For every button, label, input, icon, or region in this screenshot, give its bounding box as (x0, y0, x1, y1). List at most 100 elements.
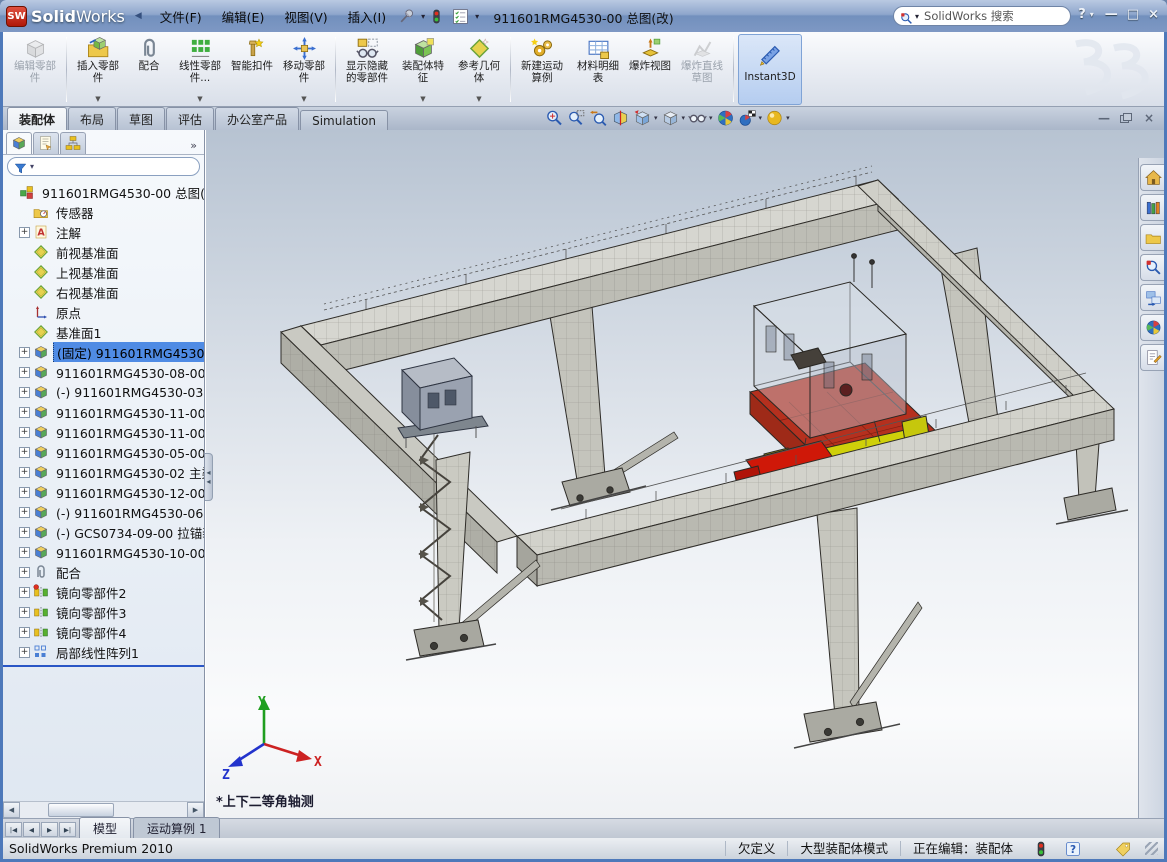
expand-plus-icon[interactable]: + (19, 547, 30, 558)
document-tab-0[interactable]: 模型 (79, 817, 131, 838)
ribbon-button-mate[interactable]: 配合 (127, 34, 171, 105)
feature-tree-item[interactable]: +911601RMG4530-11-00 大 (3, 402, 204, 422)
expand-plus-icon[interactable]: + (19, 347, 30, 358)
feature-tree-item[interactable]: 传感器 (3, 202, 204, 222)
menu-file[interactable]: 文件(F) (150, 3, 212, 30)
expand-plus-icon[interactable]: + (19, 627, 30, 638)
feature-tree-item[interactable]: +镜向零部件4 (3, 622, 204, 642)
tab-scroll-first-icon[interactable]: |◀ (5, 822, 22, 837)
dropdown-caret-icon[interactable]: ▼ (197, 95, 202, 105)
expand-plus-icon[interactable]: + (19, 427, 30, 438)
ribbon-button-reference-geometry[interactable]: 参考几何体▼ (452, 34, 506, 105)
feature-tree-item[interactable]: +911601RMG4530-11-00 大 (3, 422, 204, 442)
maximize-button[interactable]: □ (1127, 6, 1139, 24)
status-tag-icon[interactable] (1115, 841, 1131, 857)
ribbon-button-insert-component[interactable]: 插入零部件▼ (71, 34, 125, 105)
command-tab-3[interactable]: 评估 (166, 107, 214, 130)
task-pane-appearances-scenes-button[interactable] (1140, 314, 1164, 341)
feature-tree-item[interactable]: +911601RMG4530-08-00 扶 (3, 362, 204, 382)
status-help-icon[interactable]: ? (1065, 841, 1081, 857)
ribbon-button-assembly-features[interactable]: 装配体特征▼ (396, 34, 450, 105)
zoom-area-icon[interactable] (567, 109, 586, 127)
expand-plus-icon[interactable]: + (19, 587, 30, 598)
feature-tree-item[interactable]: +(-) GCS0734-09-00 拉锚装 (3, 522, 204, 542)
feature-tree-item[interactable]: 原点 (3, 302, 204, 322)
ribbon-button-show-hidden[interactable]: 显示隐藏的零部件 (340, 34, 394, 105)
feature-tree-item[interactable]: 右视基准面 (3, 282, 204, 302)
task-pane-sw-search-button[interactable] (1140, 254, 1164, 281)
minimize-button[interactable]: — (1105, 6, 1118, 24)
expand-plus-icon[interactable]: + (19, 607, 30, 618)
filter-caret-icon[interactable]: ▾ (30, 162, 34, 171)
expand-plus-icon[interactable]: + (19, 527, 30, 538)
far-left-leg[interactable] (550, 306, 678, 510)
task-pane-design-library-button[interactable] (1140, 194, 1164, 221)
operator-cab[interactable] (398, 358, 488, 448)
feature-tree-root[interactable]: 911601RMG4530-00 总图(改 (3, 182, 204, 202)
feature-tree-item[interactable]: +(-) 911601RMG4530-06 小 (3, 502, 204, 522)
expand-plus-icon[interactable]: + (19, 407, 30, 418)
feature-tree-item[interactable]: +911601RMG4530-10-00 锚 (3, 542, 204, 562)
expand-plus-icon[interactable]: + (19, 567, 30, 578)
command-tab-4[interactable]: 办公室产品 (215, 107, 299, 130)
expand-plus-icon[interactable]: + (19, 507, 30, 518)
scroll-right-icon[interactable]: ▶ (187, 802, 204, 818)
command-tab-1[interactable]: 布局 (68, 107, 116, 130)
apply-scene-icon[interactable] (716, 109, 735, 127)
view-orientation-icon[interactable] (633, 109, 652, 127)
expand-plus-icon[interactable]: + (19, 387, 30, 398)
ribbon-button-move-component[interactable]: 移动零部件▼ (277, 34, 331, 105)
feature-tree-item[interactable]: +(-) 911601RMG4530-03-00 (3, 382, 204, 402)
expand-plus-icon[interactable]: + (19, 227, 30, 238)
scroll-thumb[interactable] (48, 803, 114, 817)
task-pane-custom-properties-button[interactable] (1140, 344, 1164, 371)
feature-tree-item[interactable]: +镜向零部件2 (3, 582, 204, 602)
scroll-track[interactable] (20, 802, 187, 818)
feature-tree-item[interactable]: +配合 (3, 562, 204, 582)
document-tab-1[interactable]: 运动算例 1 (133, 817, 220, 838)
command-tab-5[interactable]: Simulation (300, 110, 388, 130)
view-toolbar-caret-icon[interactable]: ▾ (654, 114, 658, 122)
feature-tree-item[interactable]: +A注解 (3, 222, 204, 242)
dropdown-caret-icon[interactable]: ▼ (420, 95, 425, 105)
ribbon-button-smart-fasteners[interactable]: 智能扣件 (229, 34, 275, 105)
tab-scroll-last-icon[interactable]: ▶| (59, 822, 76, 837)
menu-edit[interactable]: 编辑(E) (212, 3, 275, 30)
feature-tree-item[interactable]: +911601RMG4530-02 主梁 (3, 462, 204, 482)
task-pane-file-explorer-button[interactable] (1140, 224, 1164, 251)
display-style-icon[interactable] (661, 109, 680, 127)
previous-view-icon[interactable] (589, 109, 608, 127)
crane-3d-model[interactable] (206, 130, 1164, 818)
feature-tree-item[interactable]: 前视基准面 (3, 242, 204, 262)
dropdown-caret-icon[interactable]: ▼ (301, 95, 306, 105)
panel-splitter-handle[interactable]: ◂◂ (205, 453, 213, 501)
feature-tree-item[interactable]: +911601RMG4530-05-00 电 (3, 442, 204, 462)
feature-tree-item[interactable]: +局部线性阵列1 (3, 642, 204, 662)
selection-list-icon[interactable] (452, 7, 471, 25)
feature-tree-item[interactable]: +(固定) 911601RMG4530-01 (3, 342, 204, 362)
tab-scroll-next-icon[interactable]: ▶ (41, 822, 58, 837)
task-pane-sw-resources-button[interactable] (1140, 164, 1164, 191)
pin-menu-icon[interactable] (398, 7, 417, 25)
expand-plus-icon[interactable]: + (19, 487, 30, 498)
tab-property-manager[interactable] (33, 132, 59, 154)
feature-tree-item[interactable]: +911601RMG4530-12-00 电 (3, 482, 204, 502)
left-end-girder[interactable] (281, 326, 517, 573)
doc-restore-button[interactable] (1120, 111, 1138, 125)
feature-tree-item[interactable]: +镜向零部件3 (3, 602, 204, 622)
tab-configuration-manager[interactable] (60, 132, 86, 154)
search-box[interactable]: ▾ SolidWorks 搜索 (893, 6, 1071, 26)
expand-plus-icon[interactable]: + (19, 467, 30, 478)
selection-list-caret-icon[interactable]: ▾ (475, 12, 479, 21)
graphics-viewport[interactable]: Y X Z *上下二等角轴测 (206, 130, 1164, 818)
tab-scroll-prev-icon[interactable]: ◀ (23, 822, 40, 837)
menu-view[interactable]: 视图(V) (274, 3, 337, 30)
command-tab-0[interactable]: 装配体 (7, 107, 67, 130)
zoom-fit-icon[interactable] (545, 109, 564, 127)
near-right-leg[interactable] (794, 508, 922, 748)
command-tab-2[interactable]: 草图 (117, 107, 165, 130)
pin-caret-icon[interactable]: ▾ (421, 12, 425, 21)
ribbon-button-linear-pattern[interactable]: 线性零部件...▼ (173, 34, 227, 105)
view-settings-icon[interactable] (738, 109, 757, 127)
ribbon-button-exploded-view[interactable]: 爆炸视图 (627, 34, 673, 105)
